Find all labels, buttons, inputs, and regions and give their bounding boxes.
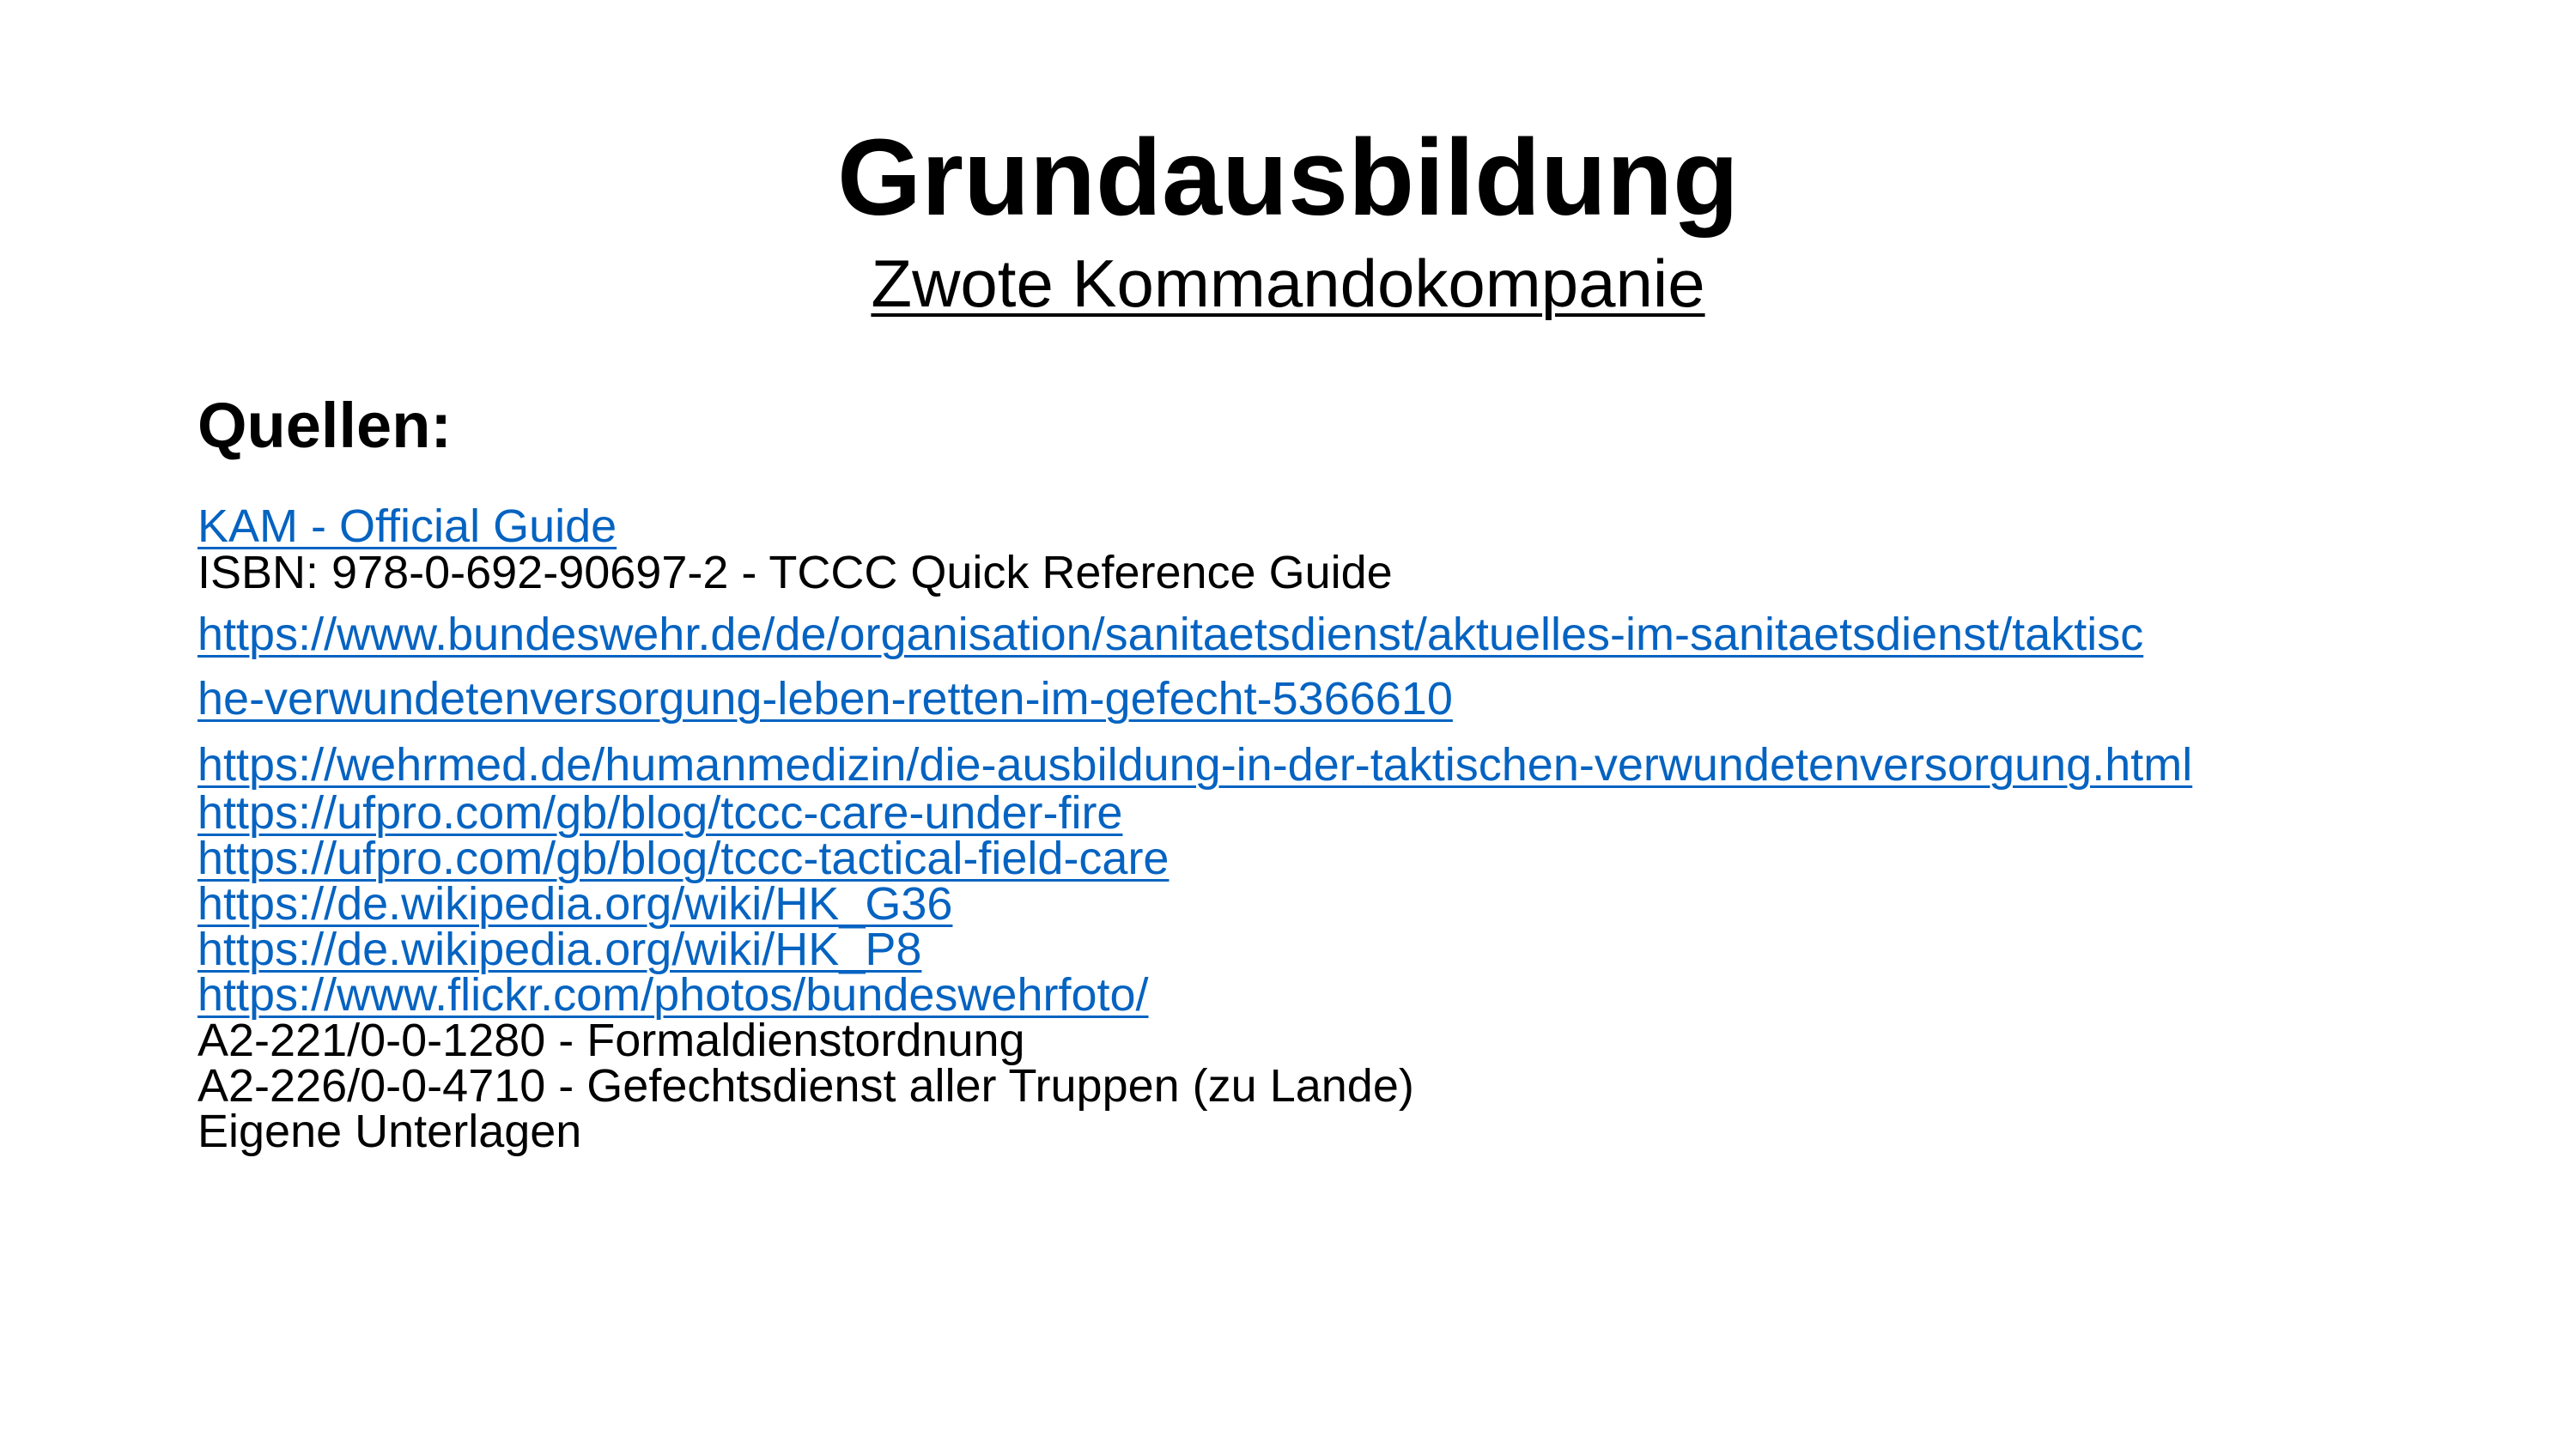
source-link-wehrmed[interactable]: https://wehrmed.de/humanmedizin/die-ausb…: [197, 738, 2192, 791]
slide-subtitle: Zwote Kommandokompanie: [0, 240, 2576, 326]
source-link-bundeswehr-part1[interactable]: https://www.bundeswehr.de/de/organisatio…: [197, 608, 2143, 661]
slide-subtitle-text: Zwote Kommandokompanie: [871, 246, 1705, 321]
sources-heading: Quellen:: [197, 390, 453, 461]
slide: Grundausbildung Zwote Kommandokompanie Q…: [0, 0, 2576, 1449]
source-link-bundeswehr-part2[interactable]: he-verwundetenversorgung-leben-retten-im…: [197, 672, 1453, 725]
source-link-kam-guide[interactable]: KAM - Official Guide: [197, 500, 617, 553]
source-isbn-tccc: ISBN: 978-0-692-90697-2 - TCCC Quick Ref…: [197, 547, 1393, 598]
source-eigene-unterlagen: Eigene Unterlagen: [197, 1106, 582, 1157]
slide-title: Grundausbildung: [837, 117, 1739, 238]
